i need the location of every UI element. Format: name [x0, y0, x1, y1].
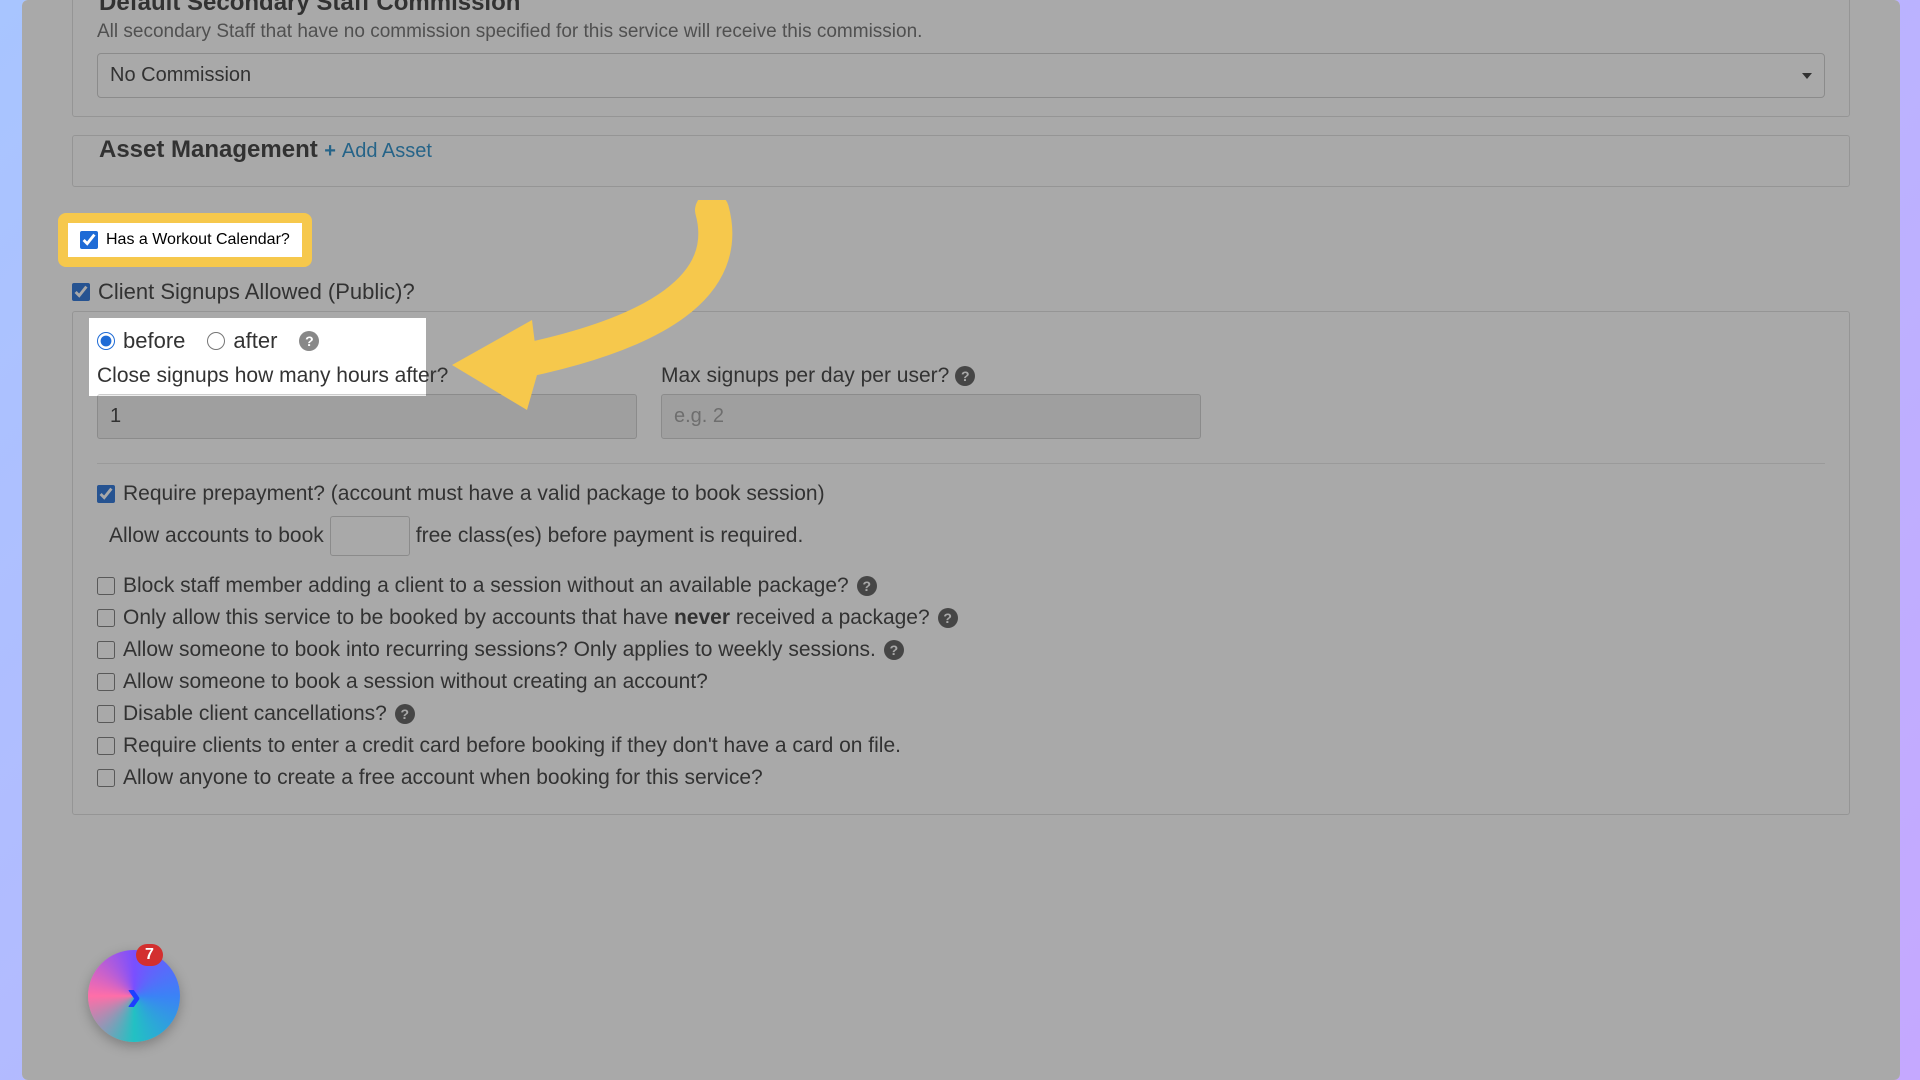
radio-after-label: after [233, 328, 277, 354]
workout-calendar-checkbox[interactable] [80, 231, 98, 249]
timing-radio-row: before after ? [97, 328, 1825, 354]
add-asset-link[interactable]: + Add Asset [324, 140, 432, 163]
close-signups-field: Close signups how many hours after? [97, 364, 637, 439]
only-never-bold: never [674, 606, 730, 629]
asset-fieldset: Asset Management + Add Asset [72, 135, 1850, 187]
recurring-row: Allow someone to book into recurring ses… [97, 638, 1825, 662]
help-icon[interactable]: ? [395, 704, 415, 724]
recurring-checkbox[interactable] [97, 641, 115, 659]
disable-cancel-label: Disable client cancellations? [123, 702, 387, 726]
no-account-checkbox[interactable] [97, 673, 115, 691]
no-account-row: Allow someone to book a session without … [97, 670, 1825, 694]
free-account-label: Allow anyone to create a free account wh… [123, 766, 763, 790]
client-signups-checkbox[interactable] [72, 283, 90, 301]
disable-cancel-checkbox[interactable] [97, 705, 115, 723]
commission-help: All secondary Staff that have no commiss… [97, 21, 1825, 43]
radio-before-label: before [123, 328, 185, 354]
workout-calendar-highlight: Has a Workout Calendar? [58, 213, 312, 267]
only-never-label: Only allow this service to be booked by … [123, 606, 930, 630]
radio-before[interactable]: before [97, 328, 185, 354]
free-classes-input[interactable] [330, 516, 410, 556]
add-asset-label: Add Asset [342, 140, 432, 163]
disable-cancel-row: Disable client cancellations? ? [97, 702, 1825, 726]
caret-down-icon [1802, 73, 1812, 79]
timing-fields: Close signups how many hours after? Max … [97, 364, 1825, 439]
free-after-text: free class(es) before payment is require… [416, 524, 804, 548]
require-card-checkbox[interactable] [97, 737, 115, 755]
help-icon[interactable]: ? [299, 331, 319, 351]
plus-icon: + [324, 140, 336, 163]
free-classes-row: Allow accounts to book free class(es) be… [109, 516, 1825, 556]
chat-widget[interactable]: 7 › [88, 950, 180, 1042]
chat-circle-icon: › [88, 950, 180, 1042]
max-signups-field: Max signups per day per user? ? [661, 364, 1201, 439]
only-never-checkbox[interactable] [97, 609, 115, 627]
max-signups-input[interactable] [661, 394, 1201, 439]
signups-panel: before after ? Close signups how many ho… [72, 311, 1850, 815]
asset-legend: Asset Management [97, 136, 320, 164]
help-icon[interactable]: ? [884, 640, 904, 660]
free-account-checkbox[interactable] [97, 769, 115, 787]
block-staff-label: Block staff member adding a client to a … [123, 574, 849, 598]
close-signups-label: Close signups how many hours after? [97, 364, 637, 388]
commission-select[interactable]: No Commission [97, 53, 1825, 98]
no-account-label: Allow someone to book a session without … [123, 670, 708, 694]
client-signups-label: Client Signups Allowed (Public)? [98, 279, 415, 305]
notification-badge: 7 [136, 944, 163, 966]
help-icon[interactable]: ? [955, 366, 975, 386]
require-card-row: Require clients to enter a credit card b… [97, 734, 1825, 758]
help-icon[interactable]: ? [938, 608, 958, 628]
prepay-label: Require prepayment? (account must have a… [123, 482, 825, 506]
max-signups-label: Max signups per day per user? ? [661, 364, 1201, 388]
commission-fieldset: Default Secondary Staff Commission All s… [72, 0, 1850, 117]
commission-select-value: No Commission [110, 64, 251, 87]
max-signups-label-text: Max signups per day per user? [661, 364, 949, 388]
block-staff-row: Block staff member adding a client to a … [97, 574, 1825, 598]
require-card-label: Require clients to enter a credit card b… [123, 734, 901, 758]
radio-after[interactable]: after [207, 328, 277, 354]
block-staff-checkbox[interactable] [97, 577, 115, 595]
free-before-text: Allow accounts to book [109, 524, 324, 548]
radio-before-input[interactable] [97, 332, 115, 350]
prepay-checkbox[interactable] [97, 485, 115, 503]
chevron-right-icon: › [127, 971, 142, 1021]
recurring-label: Allow someone to book into recurring ses… [123, 638, 876, 662]
help-icon[interactable]: ? [857, 576, 877, 596]
client-signups-row: Client Signups Allowed (Public)? [72, 279, 1850, 305]
only-never-a: Only allow this service to be booked by … [123, 606, 674, 629]
workout-calendar-label: Has a Workout Calendar? [106, 231, 290, 249]
prepay-row: Require prepayment? (account must have a… [97, 482, 1825, 506]
free-account-row: Allow anyone to create a free account wh… [97, 766, 1825, 790]
divider [97, 463, 1825, 464]
radio-after-input[interactable] [207, 332, 225, 350]
only-never-b: received a package? [730, 606, 930, 629]
close-signups-input[interactable] [97, 394, 637, 439]
only-never-row: Only allow this service to be booked by … [97, 606, 1825, 630]
commission-legend: Default Secondary Staff Commission [97, 0, 522, 17]
